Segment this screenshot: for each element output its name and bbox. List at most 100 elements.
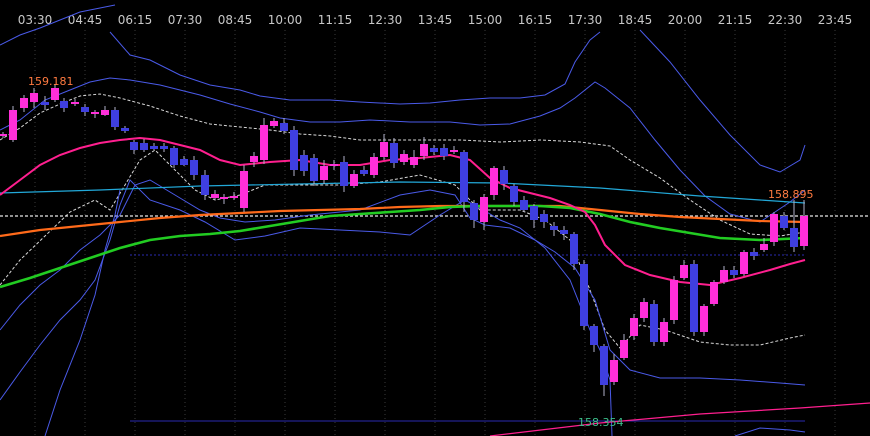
candle-bear	[560, 230, 568, 234]
candle-bear	[430, 148, 438, 152]
high-price-label: 159.181	[28, 75, 74, 88]
candle-bear	[650, 304, 658, 342]
candle-bear	[780, 216, 788, 228]
candle-bull	[660, 322, 668, 342]
trend-line	[489, 402, 870, 436]
candle-bull	[740, 252, 748, 274]
candle-bull	[400, 154, 408, 162]
candle-bull	[370, 157, 378, 175]
candle-bear	[60, 101, 68, 108]
candle-bear	[570, 234, 578, 264]
candle-bear	[390, 143, 398, 163]
price-labels: 159.181 158.895 158.354	[28, 75, 814, 429]
candle-bull	[270, 121, 278, 126]
candle-bear	[121, 128, 129, 131]
x-tick-label: 15:00	[468, 13, 503, 27]
candle-bear	[180, 159, 188, 165]
candle-bear	[360, 170, 368, 174]
candle-bear	[201, 175, 209, 195]
candle-bull	[20, 98, 28, 108]
x-tick-label: 20:00	[668, 13, 703, 27]
candle-bear	[550, 226, 558, 230]
candle-bear	[340, 162, 348, 186]
candle-bull	[710, 282, 718, 304]
x-tick-label: 07:30	[168, 13, 203, 27]
candle-bear	[790, 228, 798, 247]
x-tick-label: 13:45	[418, 13, 453, 27]
candle-bear	[300, 155, 308, 171]
candle-bear	[690, 264, 698, 332]
candle-bear	[730, 270, 738, 275]
x-axis-ticks: 03:30 04:45 06:15 07:30 08:45 10:00 11:15 12:30…	[18, 13, 853, 27]
bollinger-upper-1	[0, 77, 806, 223]
candle-bull	[670, 280, 678, 320]
candle-bull	[620, 340, 628, 358]
low-price-label: 158.354	[578, 416, 624, 429]
grid-lines	[0, 30, 870, 436]
candle-bear	[111, 110, 119, 127]
candle-bull	[800, 216, 808, 246]
candle-bull	[770, 214, 778, 242]
candle-bull	[240, 171, 248, 208]
current-price-label: 158.895	[768, 188, 814, 201]
candle-bear	[310, 158, 318, 181]
candle-bull	[230, 196, 238, 198]
candle-bear	[41, 102, 49, 105]
candle-bull	[480, 197, 488, 222]
candle-bull	[320, 166, 328, 180]
candle-bear	[590, 326, 598, 345]
x-tick-label: 10:00	[268, 13, 303, 27]
bollinger-lower-4	[734, 427, 806, 436]
candle-bear	[190, 160, 198, 175]
candle-bear	[440, 148, 448, 156]
candle-bull	[720, 270, 728, 282]
candle-bull	[71, 102, 79, 104]
x-tick-label: 11:15	[318, 13, 353, 27]
candlestick-chart: 03:30 04:45 06:15 07:30 08:45 10:00 11:15 12:30…	[0, 4, 870, 436]
candle-bear	[600, 346, 608, 385]
x-tick-label: 22:30	[768, 13, 803, 27]
candle-bear	[500, 170, 508, 184]
candle-bull	[30, 93, 38, 102]
candle-bear	[81, 107, 89, 112]
bollinger-lower-2	[0, 179, 613, 436]
x-tick-label: 18:45	[618, 13, 653, 27]
candle-bear	[140, 143, 148, 150]
candle-bull	[9, 110, 17, 140]
candle-bull	[101, 110, 109, 115]
bollinger-inner-upper	[0, 93, 806, 237]
bollinger-upper-2	[109, 31, 601, 105]
candle-bear	[460, 152, 468, 202]
candle-bull	[630, 318, 638, 336]
candle-bear	[580, 264, 588, 326]
candle-bear	[510, 186, 518, 202]
candle-bull	[260, 125, 268, 160]
candle-bear	[530, 206, 538, 220]
x-tick-label: 23:45	[818, 13, 853, 27]
candle-bear	[150, 146, 158, 149]
candle-bull	[51, 88, 59, 100]
candle-bear	[160, 146, 168, 149]
candle-bear	[750, 252, 758, 256]
candle-bull	[220, 197, 228, 199]
candle-bear	[130, 142, 138, 150]
candle-bull	[450, 150, 458, 152]
candle-bull	[250, 156, 258, 162]
bollinger-upper-3	[639, 29, 806, 173]
x-tick-label: 06:15	[118, 13, 153, 27]
candle-bull	[610, 360, 618, 382]
indicator-lines	[0, 4, 870, 436]
candle-bull	[640, 302, 648, 318]
candle-bear	[470, 203, 478, 220]
x-tick-label: 08:45	[218, 13, 253, 27]
candle-bull	[760, 244, 768, 250]
candle-bull	[330, 164, 338, 166]
candle-bull	[410, 157, 418, 165]
x-tick-label: 12:30	[368, 13, 403, 27]
candle-bull	[700, 306, 708, 332]
candle-bull	[350, 174, 358, 186]
candles	[0, 84, 808, 396]
candle-bull	[0, 134, 7, 136]
candle-bull	[420, 144, 428, 156]
candle-bull	[91, 112, 99, 114]
